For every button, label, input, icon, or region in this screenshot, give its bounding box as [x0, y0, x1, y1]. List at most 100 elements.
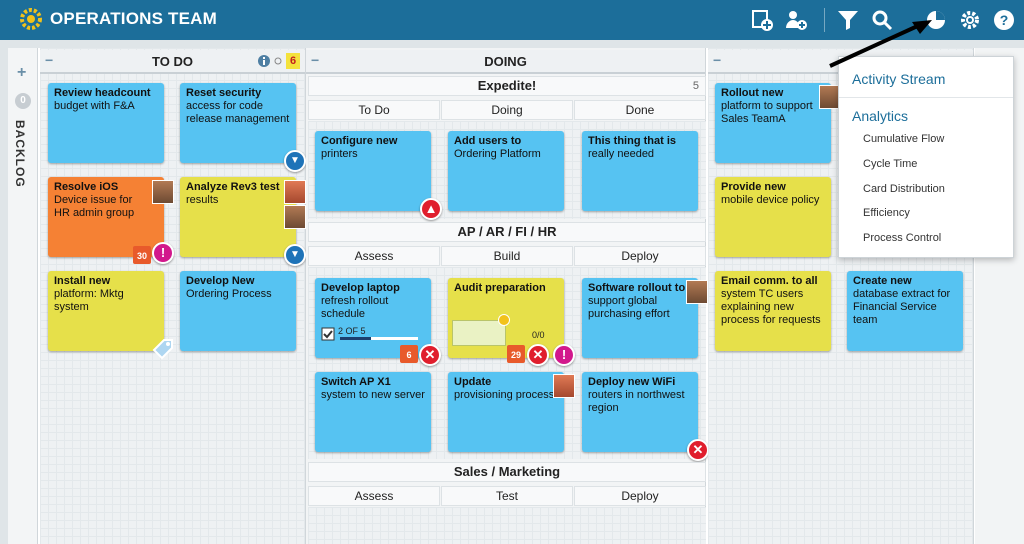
chevron-up-icon[interactable]: ▲ [420, 198, 442, 220]
col-assess: Assess [308, 246, 440, 266]
card-body: printers [321, 148, 358, 160]
checkbox-icon[interactable] [321, 327, 335, 341]
card-reset-security[interactable]: Reset security access for code release m… [180, 83, 296, 163]
chevron-down-icon[interactable]: ▼ [284, 244, 306, 266]
card-software-rollout[interactable]: Software rollout to support global purch… [582, 278, 698, 358]
card-develop-new[interactable]: Develop New Ordering Process [180, 271, 296, 351]
col-todo: To Do [308, 100, 440, 120]
blocked-x-icon[interactable]: ✕ [687, 439, 709, 461]
card-body: platform: Mktg system [54, 288, 124, 313]
add-card-icon[interactable] [750, 8, 774, 32]
card-title: Add users to [454, 135, 522, 147]
card-create-new[interactable]: Create new database extract for Financia… [847, 271, 963, 351]
menu-item-card-distribution[interactable]: Card Distribution [863, 183, 945, 195]
info-icon[interactable] [258, 55, 270, 67]
card-add-users[interactable]: Add users to Ordering Platform [448, 131, 564, 211]
card-analyze-rev3[interactable]: Analyze Rev3 test results [180, 177, 296, 257]
card-title: Develop laptop [321, 282, 400, 294]
wip-limit-badge: 6 [286, 53, 300, 69]
annotation-arrow [829, 20, 932, 68]
ap-group-header: AP / AR / FI / HR [308, 222, 706, 242]
card-rollout-new[interactable]: Rollout new platform to support Sales Te… [715, 83, 831, 163]
group-title: Expedite! [477, 78, 537, 93]
blocked-x-icon[interactable]: ✕ [419, 344, 441, 366]
expedite-header: Expedite! 5 [308, 76, 706, 96]
gear-logo-icon [20, 8, 42, 30]
card-provide-new[interactable]: Provide new mobile device policy [715, 177, 831, 257]
attachment-thumbnail [452, 320, 506, 346]
card-body: Ordering Process [186, 288, 272, 300]
card-review-headcount[interactable]: Review headcount budget with F&A [48, 83, 164, 163]
checklist-progress-text: 2 OF 5 [338, 326, 366, 336]
user-avatar [284, 180, 306, 204]
card-this-thing[interactable]: This thing that is really needed [582, 131, 698, 211]
card-body: provisioning process [454, 389, 555, 401]
card-title: Configure new [321, 135, 398, 147]
card-body: Device issue for HR admin group [54, 194, 135, 219]
card-title: Develop New [186, 275, 255, 287]
sales-cells [308, 507, 706, 544]
col-build: Build [441, 246, 573, 266]
analytics-dropdown-menu: Activity Stream Analytics Cumulative Flo… [838, 56, 1014, 258]
card-body: system TC users explaining new process f… [721, 288, 821, 326]
card-body: refresh rollout schedule [321, 295, 389, 320]
card-body: budget with F&A [54, 100, 135, 112]
group-count: 5 [692, 80, 699, 92]
card-body: results [186, 194, 219, 206]
backlog-lane[interactable]: + 0 BACKLOG [8, 48, 38, 544]
board-title: OPERATIONS TEAM [50, 9, 218, 28]
priority-alert-icon[interactable]: ! [152, 242, 174, 264]
menu-activity-stream[interactable]: Activity Stream [852, 71, 945, 87]
user-avatar [152, 180, 174, 204]
card-title: Provide new [721, 181, 786, 193]
lane-title: DOING [484, 54, 527, 69]
card-title: Software rollout to [588, 282, 686, 294]
priority-alert-icon[interactable]: ! [553, 344, 575, 366]
settings-gear-icon[interactable] [958, 8, 982, 32]
collapse-lane-icon[interactable]: − [713, 52, 721, 68]
add-user-icon[interactable] [784, 8, 808, 32]
card-body: really needed [588, 148, 655, 160]
card-body: mobile device policy [721, 194, 820, 206]
card-switch-ap[interactable]: Switch AP X1 system to new server [315, 372, 431, 452]
backlog-label: BACKLOG [13, 120, 27, 188]
checklist-progress-track [340, 337, 418, 340]
lane-doing-header: − DOING [306, 50, 705, 74]
add-backlog-card-icon[interactable]: + [17, 64, 26, 82]
card-install-new[interactable]: Install new platform: Mktg system [48, 271, 164, 351]
user-avatar [284, 205, 306, 229]
blocked-x-icon[interactable]: ✕ [527, 344, 549, 366]
menu-analytics-heading: Analytics [852, 108, 909, 124]
card-title: Create new [853, 275, 912, 287]
chevron-down-icon[interactable]: ▼ [284, 150, 306, 172]
card-title: Audit preparation [454, 282, 546, 294]
card-deploy-wifi[interactable]: Deploy new WiFi routers in northwest reg… [582, 372, 698, 452]
calendar-due-icon: 30 [133, 246, 151, 264]
card-title: Install new [54, 275, 111, 287]
card-update-provisioning[interactable]: Update provisioning process [448, 372, 564, 452]
card-title: Reset security [186, 87, 262, 99]
menu-item-efficiency[interactable]: Efficiency [863, 207, 910, 219]
card-email-comm[interactable]: Email comm. to all system TC users expla… [715, 271, 831, 351]
menu-item-process-control[interactable]: Process Control [863, 232, 941, 244]
tag-icon [152, 339, 173, 360]
col-deploy: Deploy [574, 246, 706, 266]
card-title: Deploy new WiFi [588, 376, 676, 388]
col-test: Test [441, 486, 573, 506]
card-title: Update [454, 376, 492, 388]
col-doing: Doing [441, 100, 573, 120]
menu-item-cumulative-flow[interactable]: Cumulative Flow [863, 133, 944, 145]
col-done: Done [574, 100, 706, 120]
card-title: This thing that is [588, 135, 676, 147]
calendar-due-icon: 29 [507, 345, 525, 363]
card-body: access for code release management [186, 100, 290, 125]
card-title: Analyze Rev3 test [186, 181, 280, 193]
card-configure-printers[interactable]: Configure new printers [315, 131, 431, 211]
user-avatar [553, 374, 575, 398]
card-resolve-ios[interactable]: Resolve iOS Device issue for HR admin gr… [48, 177, 164, 257]
card-body: routers in northwest region [588, 389, 685, 414]
card-title: Review headcount [54, 87, 151, 99]
help-icon[interactable]: ? [992, 8, 1016, 32]
menu-item-cycle-time[interactable]: Cycle Time [863, 158, 917, 170]
status-coin-icon [498, 314, 510, 326]
